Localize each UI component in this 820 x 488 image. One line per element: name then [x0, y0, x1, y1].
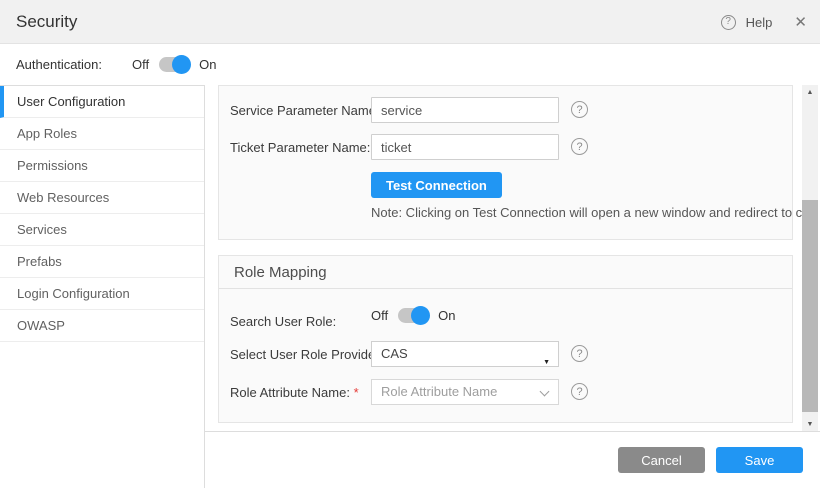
close-icon[interactable]: ✕ — [794, 13, 807, 31]
service-parameter-input[interactable] — [371, 97, 559, 123]
authentication-label: Authentication: — [16, 57, 102, 72]
test-connection-button[interactable]: Test Connection — [371, 172, 502, 198]
toggle-knob — [172, 55, 191, 74]
chevron-down-icon — [540, 387, 550, 397]
ticket-parameter-help-icon[interactable]: ? — [571, 138, 588, 155]
cas-parameters-card: Service Parameter Name: * ? Ticket Param… — [218, 85, 793, 240]
vertical-scrollbar[interactable]: ▲ ▼ — [802, 85, 818, 431]
user-configuration-panel: Service Parameter Name: * ? Ticket Param… — [205, 85, 820, 431]
role-provider-value: CAS — [381, 346, 408, 361]
service-parameter-label: Service Parameter Name: * — [230, 103, 388, 118]
authentication-row: Authentication: Off On — [0, 44, 820, 85]
sidebar-item-web-resources[interactable]: Web Resources — [0, 182, 204, 214]
action-footer: Cancel Save — [205, 431, 820, 488]
toggle-knob — [411, 306, 430, 325]
ticket-parameter-label: Ticket Parameter Name: * — [230, 140, 379, 155]
search-user-role-toggle-row: Off On — [371, 308, 455, 323]
cancel-button[interactable]: Cancel — [618, 447, 705, 473]
sidebar-item-prefabs[interactable]: Prefabs — [0, 246, 204, 278]
role-attribute-label: Role Attribute Name: * — [230, 385, 359, 400]
sidebar-item-permissions[interactable]: Permissions — [0, 150, 204, 182]
sidebar-item-user-configuration[interactable]: User Configuration — [0, 86, 204, 118]
role-attribute-help-icon[interactable]: ? — [571, 383, 588, 400]
sidebar-item-owasp[interactable]: OWASP — [0, 310, 204, 342]
page-title: Security — [16, 0, 77, 44]
role-mapping-title: Role Mapping — [219, 256, 792, 289]
search-user-role-on-label: On — [438, 308, 455, 323]
help-icon[interactable]: ? — [721, 15, 736, 30]
search-user-role-toggle[interactable] — [398, 308, 428, 323]
app-header: Security ? Help ✕ — [0, 0, 820, 44]
role-provider-help-icon[interactable]: ? — [571, 345, 588, 362]
dropdown-caret-icon: ▼ — [543, 351, 550, 375]
help-link[interactable]: Help — [746, 15, 773, 30]
scroll-down-icon[interactable]: ▼ — [802, 417, 818, 431]
scrollbar-thumb[interactable] — [802, 200, 818, 412]
service-parameter-help-icon[interactable]: ? — [571, 101, 588, 118]
authentication-toggle[interactable] — [159, 57, 189, 72]
sidebar-item-login-configuration[interactable]: Login Configuration — [0, 278, 204, 310]
header-actions: ? Help ✕ — [721, 0, 807, 44]
sidebar-item-app-roles[interactable]: App Roles — [0, 118, 204, 150]
search-user-role-off-label: Off — [371, 308, 388, 323]
ticket-parameter-input[interactable] — [371, 134, 559, 160]
authentication-off-label: Off — [132, 57, 149, 72]
required-asterisk: * — [354, 385, 359, 400]
sidebar-item-services[interactable]: Services — [0, 214, 204, 246]
role-attribute-combobox[interactable]: Role Attribute Name — [371, 379, 559, 405]
search-user-role-label: Search User Role: — [230, 314, 336, 329]
scroll-up-icon[interactable]: ▲ — [802, 85, 818, 99]
role-provider-label: Select User Role Provider: — [230, 347, 383, 362]
role-mapping-card: Role Mapping Search User Role: Off On Se… — [218, 255, 793, 423]
save-button[interactable]: Save — [716, 447, 803, 473]
role-attribute-placeholder: Role Attribute Name — [381, 384, 497, 399]
settings-sidebar: User Configuration App Roles Permissions… — [0, 85, 205, 488]
authentication-on-label: On — [199, 57, 216, 72]
role-provider-select[interactable]: CAS ▼ — [371, 341, 559, 367]
test-connection-note: Note: Clicking on Test Connection will o… — [371, 205, 820, 220]
